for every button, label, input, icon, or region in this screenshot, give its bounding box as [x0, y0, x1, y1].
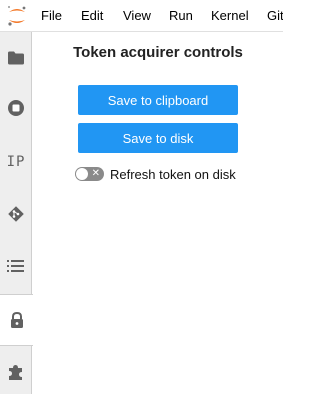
refresh-token-label: Refresh token on disk — [110, 166, 236, 182]
lock-icon — [10, 311, 23, 328]
menu-edit[interactable]: Edit — [81, 0, 103, 32]
toggle-knob — [76, 168, 88, 180]
menu-view[interactable]: View — [123, 0, 151, 32]
menu-git[interactable]: Git — [267, 0, 283, 32]
save-to-clipboard-button[interactable]: Save to clipboard — [78, 85, 238, 115]
jupyter-logo-icon[interactable] — [4, 3, 30, 29]
folder-icon — [8, 51, 24, 65]
menu-file[interactable]: File — [41, 0, 62, 32]
refresh-token-toggle-row: ✕ Refresh token on disk — [75, 164, 236, 184]
refresh-token-toggle[interactable]: ✕ — [75, 167, 104, 181]
stop-circle-icon — [8, 100, 24, 116]
panel-title: Token acquirer controls — [73, 44, 243, 61]
sidebar-item-extensions[interactable] — [0, 346, 32, 394]
sidebar-item-token-acquirer[interactable] — [0, 294, 33, 346]
jupyterlab-window: File Edit View Run Kernel Git IP Token a… — [0, 0, 283, 394]
sidebar-item-file-browser[interactable] — [0, 32, 32, 84]
menubar: File Edit View Run Kernel Git — [0, 0, 283, 32]
puzzle-icon — [9, 365, 22, 380]
menu-run[interactable]: Run — [169, 0, 193, 32]
token-acquirer-panel: Token acquirer controls Save to clipboar… — [33, 32, 283, 394]
menu-kernel[interactable]: Kernel — [211, 0, 249, 32]
sidebar-item-table-of-contents[interactable] — [0, 240, 32, 292]
ip-text-icon: IP — [6, 154, 26, 170]
sidebar-item-ip[interactable]: IP — [0, 136, 32, 188]
git-icon — [8, 206, 24, 222]
toggle-off-icon: ✕ — [91, 168, 100, 179]
sidebar-item-running[interactable] — [0, 82, 32, 134]
list-icon — [7, 260, 24, 272]
save-to-disk-button[interactable]: Save to disk — [78, 123, 238, 153]
left-sidebar: IP — [0, 32, 33, 394]
sidebar-item-git[interactable] — [0, 188, 32, 240]
